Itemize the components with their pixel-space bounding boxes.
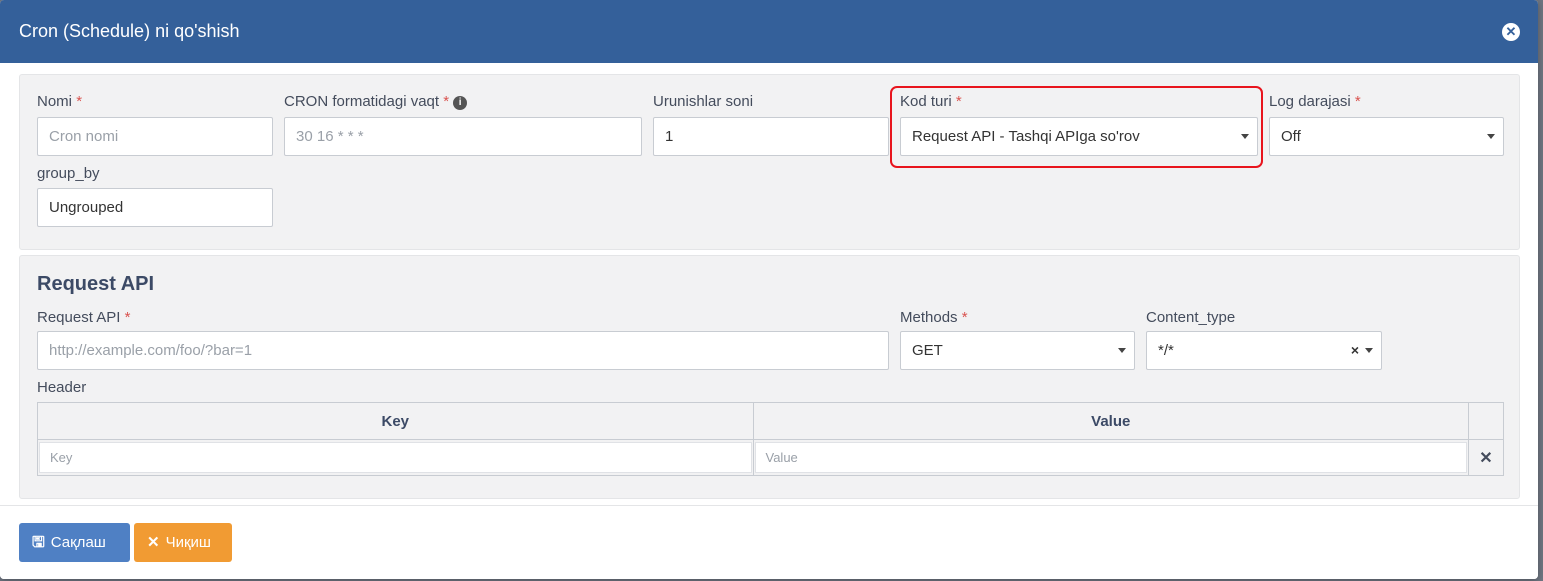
attempts-input[interactable]: 1 [653, 117, 889, 156]
info-icon[interactable]: i [453, 96, 468, 110]
methods-label: Methods * [900, 309, 968, 326]
name-input[interactable]: Cron nomi [37, 117, 273, 156]
remove-row-icon[interactable]: ✕ [1468, 439, 1504, 476]
content-type-label: Content_type [1146, 309, 1236, 326]
save-button-label: Сақлаш [50, 534, 106, 551]
column-header-value: Value [752, 402, 1469, 440]
cron-input[interactable]: 30 16 * * * [284, 117, 642, 156]
header-value-input[interactable]: Value [754, 442, 1467, 473]
highlight-box [890, 86, 1263, 168]
header-label: Header [37, 379, 87, 396]
close-icon[interactable]: ✕ [1502, 22, 1520, 41]
clear-icon[interactable]: × [1351, 332, 1359, 369]
cron-modal: Cron (Schedule) ni qo'shish ✕ Nomi * Cro… [0, 0, 1538, 579]
methods-select[interactable]: GET [900, 331, 1135, 370]
modal-header: Cron (Schedule) ni qo'shish ✕ [0, 0, 1538, 63]
content-type-select[interactable]: */* × [1146, 331, 1382, 370]
request-url-label: Request API * [37, 309, 131, 326]
group-by-label: group_by [37, 165, 100, 182]
column-header-actions [1468, 402, 1504, 440]
chevron-down-icon [1365, 348, 1373, 353]
general-panel: Nomi * Cron nomi CRON formatidagi vaqt *… [19, 74, 1520, 250]
group-by-input[interactable]: Ungrouped [37, 188, 273, 227]
table-row: Key Value ✕ [37, 439, 1504, 476]
floppy-disk-icon: 🖫 [32, 534, 45, 551]
modal-footer: 🖫 Сақлаш ✕ Чиқиш [0, 505, 1538, 579]
attempts-label: Urunishlar soni [653, 93, 754, 110]
value-cell: Value [752, 439, 1469, 476]
modal-body: Nomi * Cron nomi CRON formatidagi vaqt *… [0, 63, 1538, 499]
header-key-input[interactable]: Key [39, 442, 752, 473]
request-api-panel: Request API Request API * http://example… [19, 255, 1520, 499]
cron-label: CRON formatidagi vaqt * i [284, 93, 468, 110]
name-label: Nomi * [37, 93, 83, 110]
request-url-input[interactable]: http://example.com/foo/?bar=1 [37, 331, 889, 370]
exit-button-label: Чиқиш [165, 534, 211, 551]
times-icon: ✕ [147, 534, 160, 551]
chevron-down-icon [1118, 348, 1126, 353]
save-button[interactable]: 🖫 Сақлаш [19, 523, 130, 562]
chevron-down-icon [1487, 134, 1495, 139]
modal-title: Cron (Schedule) ni qo'shish [19, 21, 240, 41]
section-title: Request API [37, 273, 155, 295]
exit-button[interactable]: ✕ Чиқиш [134, 523, 232, 562]
log-level-label: Log darajasi * [1269, 93, 1361, 110]
key-cell: Key [37, 439, 754, 476]
header-table: Key Value Key Value ✕ [37, 402, 1504, 476]
column-header-key: Key [37, 402, 754, 440]
log-level-select[interactable]: Off [1269, 117, 1504, 156]
